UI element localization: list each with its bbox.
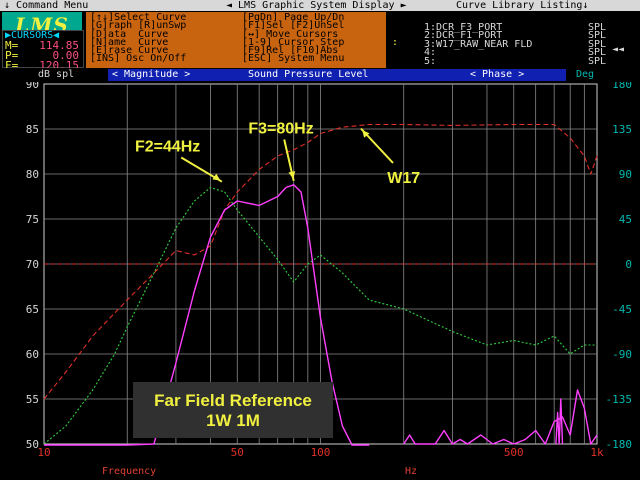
series-line-4 (403, 389, 598, 445)
y2-tick-label: 135 (612, 123, 632, 136)
y2-tick-label: -180 (606, 438, 633, 451)
y-tick-label: 70 (26, 258, 39, 271)
y2-tick-label: 45 (619, 213, 632, 226)
y2-tick-label: -90 (612, 348, 632, 361)
command-menu-label[interactable]: ↓ Command Menu (4, 0, 88, 11)
y-tick-label: 90 (26, 82, 39, 91)
y-tick-label: 80 (26, 168, 39, 181)
magnitude-tab[interactable]: < Magnitude > (112, 69, 190, 81)
phase-tab[interactable]: < Phase > (470, 69, 524, 81)
y-tick-label: 65 (26, 303, 39, 316)
command-menu-panel: [↑↓]Select Curve [PgDn] Page Up/Dn [G]rap… (86, 12, 386, 68)
x-axis-unit: Hz (405, 466, 418, 477)
graphic-display-title[interactable]: ◄ LMS Graphic System Display ► (226, 0, 407, 11)
graph-tab-bar: < Magnitude > Sound Pressure Level < Pha… (108, 69, 566, 81)
curve-library-label[interactable]: Curve Library Listing↓ (456, 0, 588, 11)
library-selection-marker: : (392, 37, 399, 48)
annotation-arrowhead-2 (288, 171, 296, 179)
y-tick-label: 55 (26, 393, 39, 406)
x-tick-label: 500 (504, 446, 524, 459)
x-tick-label: 50 (231, 446, 244, 459)
x-tick-label: 10 (37, 446, 50, 459)
library-curve-3[interactable]: 3:W17_RAW_NEAR FLD (424, 39, 532, 50)
y2-tick-label: -45 (612, 303, 632, 316)
title-bar: ↓ Command Menu ◄ LMS Graphic System Disp… (0, 0, 640, 11)
phase-unit-label: Deg (576, 69, 595, 80)
series-line-5 (555, 398, 564, 445)
x-tick-label: 1k (590, 446, 604, 459)
x-axis-label: Frequency (102, 466, 157, 477)
magnitude-unit-label: dB spl (38, 69, 75, 80)
x-tick-label: 100 (311, 446, 331, 459)
reference-text-2: 1W 1M (206, 411, 260, 430)
spl-chart[interactable]: 50 55 60 65 70 75 80 85 90 -180 -135 -90 -45 0 45 90 135… (0, 82, 640, 464)
library-type-5: SPL (588, 55, 607, 67)
library-curve-5[interactable]: 5: (424, 56, 436, 67)
annotation-label-3: W17 (387, 170, 420, 187)
annotation-label-1: F2=44Hz (135, 139, 200, 156)
y-tick-label: 85 (26, 123, 39, 136)
y2-tick-label: 0 (625, 258, 632, 271)
library-scroll-arrow-icon[interactable]: ◄◄ (612, 44, 624, 55)
x-axis-bar: Frequency Hz (0, 463, 640, 480)
reference-text-1: Far Field Reference (154, 391, 312, 410)
curve-library-panel: 1:DCR_F3_PORT SPL 2:DCR_F1_PORT SPL 3:W17_… (390, 12, 640, 66)
y2-tick-label: 90 (619, 168, 632, 181)
y-tick-label: 75 (26, 213, 39, 226)
chart-title: Sound Pressure Level (248, 69, 369, 80)
cursor-readout: ▶CURSORS◀ M= 114.85 P= 0.00 F= 120.15 (2, 30, 84, 71)
menu-system-menu[interactable]: [ESC] System Menu (242, 54, 344, 64)
y2-tick-label: 180 (612, 82, 632, 91)
annotation-label-2: F3=80Hz (248, 121, 313, 138)
menu-osc-onoff[interactable]: [INS] Osc On/Off (90, 54, 186, 64)
y-tick-label: 60 (26, 348, 39, 361)
y2-tick-label: -135 (606, 393, 633, 406)
reference-textbox: Far Field Reference1W 1M (133, 382, 333, 438)
